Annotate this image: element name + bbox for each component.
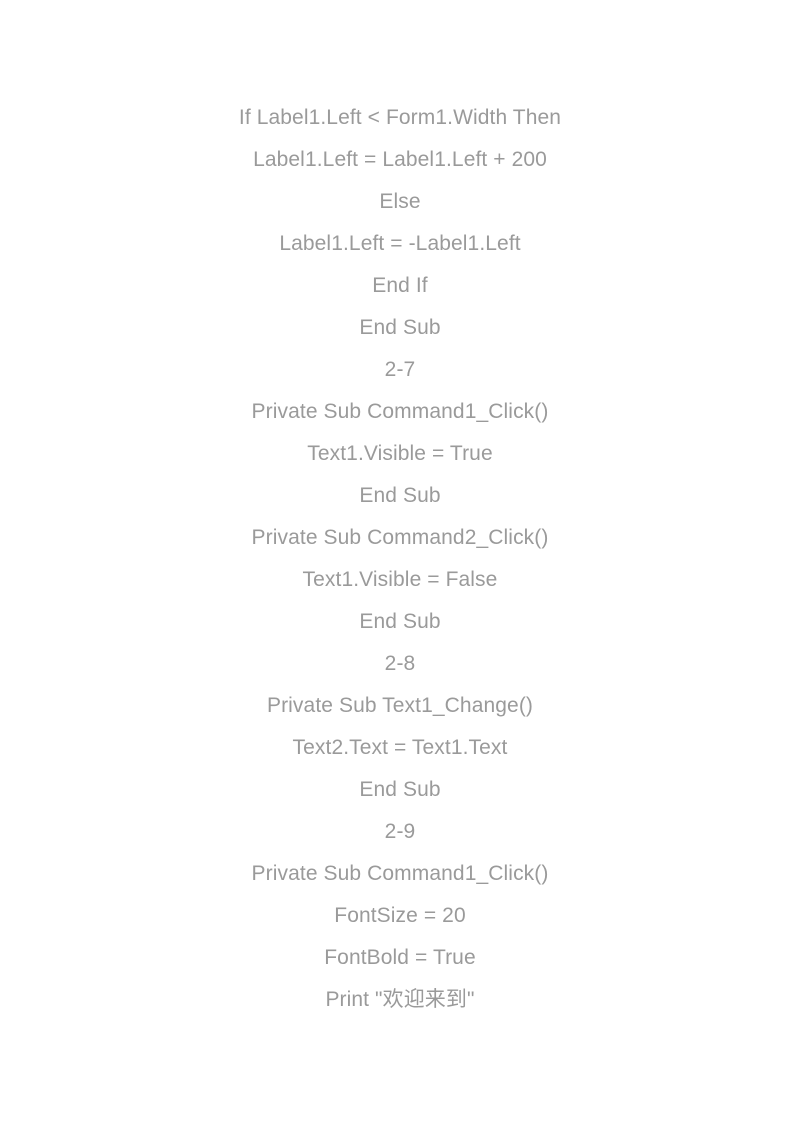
- code-line: Private Sub Command1_Click(): [251, 862, 549, 885]
- code-line: Private Sub Command2_Click(): [251, 526, 549, 549]
- code-line: 2-9: [384, 820, 416, 843]
- code-line: Label1.Left = Label1.Left + 200: [253, 148, 547, 171]
- code-line: 2-8: [384, 652, 416, 675]
- code-line: FontSize = 20: [334, 904, 466, 927]
- code-line: End Sub: [359, 484, 441, 507]
- code-line: If Label1.Left < Form1.Width Then: [238, 106, 562, 129]
- code-line: Else: [379, 190, 421, 213]
- code-line: FontBold = True: [324, 946, 476, 969]
- code-line: 2-7: [384, 358, 416, 381]
- code-line: Label1.Left = -Label1.Left: [279, 232, 521, 255]
- document-page: If Label1.Left < Form1.Width Then Label1.…: [0, 0, 800, 1132]
- code-line: End Sub: [359, 778, 441, 801]
- code-line: End Sub: [359, 610, 441, 633]
- code-line: Private Sub Command1_Click(): [251, 400, 549, 423]
- code-line: Text1.Visible = True: [307, 442, 493, 465]
- code-listing: If Label1.Left < Form1.Width Then Label1.…: [0, 97, 800, 1021]
- code-line: Text1.Visible = False: [302, 568, 498, 591]
- code-line: Print "欢迎来到": [325, 988, 475, 1011]
- code-line: End If: [372, 274, 428, 297]
- code-line: End Sub: [359, 316, 441, 339]
- code-line: Text2.Text = Text1.Text: [292, 736, 508, 759]
- code-line: Private Sub Text1_Change(): [266, 694, 534, 717]
